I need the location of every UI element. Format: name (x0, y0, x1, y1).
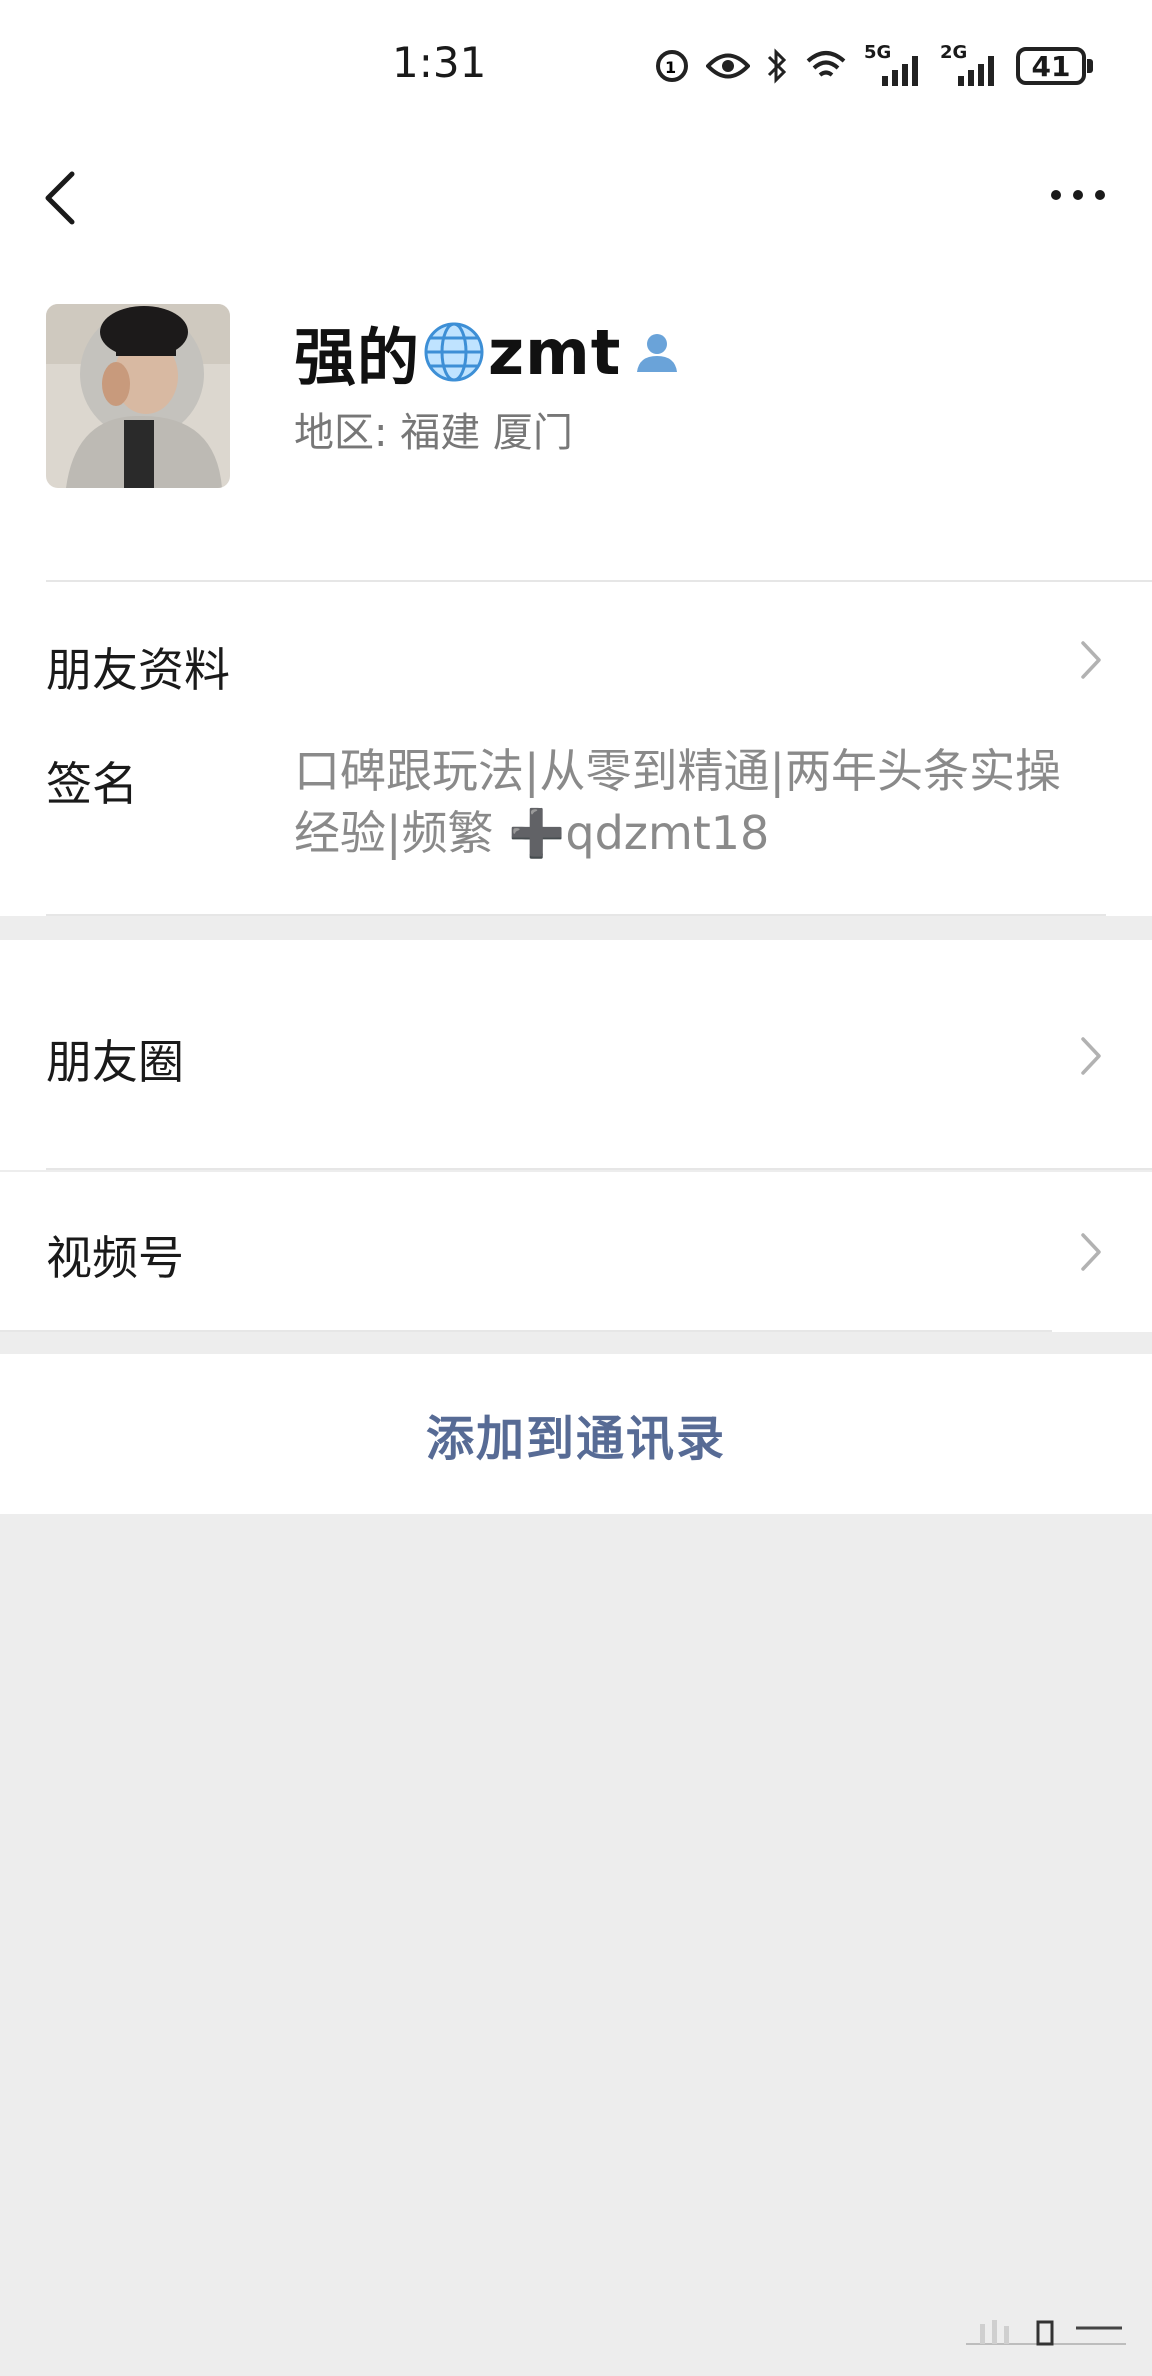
bluetooth-icon (767, 48, 787, 84)
chevron-right-icon (1081, 641, 1101, 679)
contact-name-suffix: zmt (488, 315, 622, 389)
status-bar: 1:31 1 5G 2G 41 (0, 0, 1152, 130)
data-saver-icon: 1 (656, 50, 688, 82)
signature-label: 签名 (46, 757, 138, 811)
channels-row[interactable]: 视频号 (0, 1172, 1152, 1332)
globe-icon (424, 322, 484, 382)
add-contact-button[interactable]: 添加到通讯录 (0, 1354, 1152, 1514)
nav-bar (0, 130, 1152, 300)
channels-label: 视频号 (46, 1231, 184, 1285)
gesture-indicator-icon (966, 2320, 1126, 2346)
wifi-icon (806, 51, 846, 77)
chevron-right-icon (1081, 1233, 1101, 1271)
signature-text: 口碑跟玩法|从零到精通|两年头条实操经验|频繁 ➕qdzmt18 (294, 744, 1061, 860)
signal-2g-icon: 2G (940, 42, 1000, 86)
more-dots-icon[interactable] (1048, 180, 1108, 210)
avatar[interactable] (46, 304, 230, 488)
profile-header: 强的 zmt 地区: 福建 厦门 (0, 300, 1152, 580)
divider (46, 1168, 1152, 1170)
friend-profile-label: 朋友资料 (46, 643, 230, 697)
friend-info-section: 朋友资料 签名 口碑跟玩法|从零到精通|两年头条实操经验|频繁 ➕qdzmt18 (0, 580, 1152, 916)
moments-label: 朋友圈 (46, 1035, 184, 1089)
divider (0, 1330, 1052, 1332)
status-icons: 1 5G 2G 41 (654, 42, 1093, 88)
battery-level: 41 (1031, 49, 1071, 83)
chevron-left-icon[interactable] (36, 160, 96, 230)
region-text: 地区: 福建 厦门 (294, 410, 573, 456)
contact-name: 强的 (294, 321, 421, 394)
status-time: 1:31 (392, 38, 487, 87)
add-contact-label: 添加到通讯录 (425, 1411, 726, 1467)
signal-5g-icon: 5G (864, 42, 924, 86)
moments-row[interactable]: 朋友圈 (0, 940, 1152, 1170)
svg-text:1: 1 (665, 58, 676, 77)
battery-icon: 41 (1016, 47, 1093, 85)
eye-icon (706, 53, 750, 79)
friend-profile-row[interactable]: 朋友资料 (0, 580, 1152, 720)
person-icon (637, 334, 678, 372)
divider (46, 914, 1106, 916)
name-row: 强的 zmt (294, 310, 681, 394)
chevron-right-icon (1081, 1037, 1101, 1075)
